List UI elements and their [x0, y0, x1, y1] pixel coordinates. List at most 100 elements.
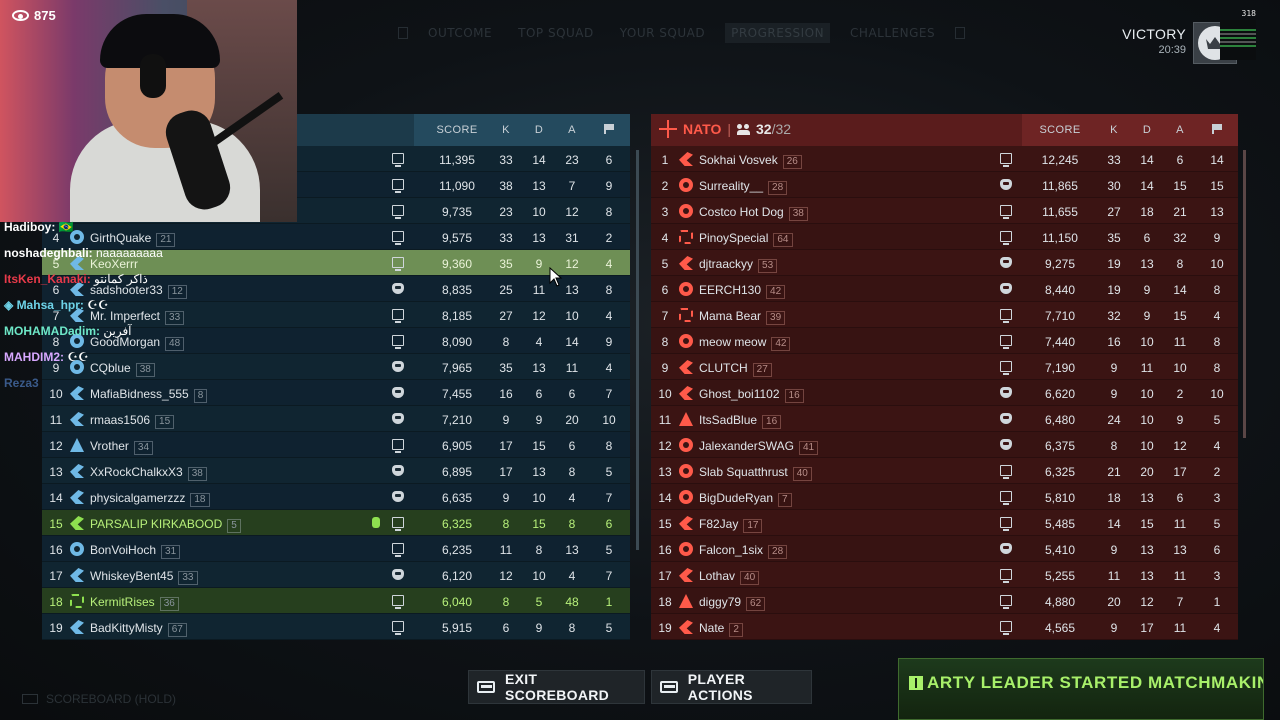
player-name[interactable]: MafiaBidness_555 8 [90, 387, 208, 403]
pc-platform-icon [1000, 153, 1012, 167]
player-row[interactable]: 15 F82Jay 17 5,485 14 15 11 5 [651, 510, 1238, 536]
player-row[interactable]: 12 JalexanderSWAG 41 6,375 8 10 12 4 [651, 432, 1238, 458]
player-row[interactable]: 8 meow meow 42 7,440 16 10 11 8 [651, 328, 1238, 354]
player-row[interactable]: 10 MafiaBidness_555 8 7,455 16 6 6 7 [42, 380, 630, 406]
player-name[interactable]: Falcon_1six 28 [699, 543, 788, 559]
player-row[interactable]: 19 BadKittyMisty 67 5,915 6 9 8 5 [42, 614, 630, 640]
player-actions-button[interactable]: PLAYER ACTIONS [651, 670, 812, 704]
player-row[interactable]: 4 PinoySpecial 64 11,150 35 6 32 9 [651, 224, 1238, 250]
player-row[interactable]: 7 Mama Bear 39 7,710 32 9 15 4 [651, 302, 1238, 328]
col-objective[interactable] [1203, 124, 1231, 137]
player-name[interactable]: PinoySpecial 64 [699, 231, 793, 247]
exit-scoreboard-button[interactable]: EXIT SCOREBOARD [468, 670, 645, 704]
col-deaths[interactable]: D [1133, 124, 1161, 136]
player-row[interactable]: 16 BonVoiHoch 31 6,235 11 8 13 5 [42, 536, 630, 562]
player-name[interactable]: F82Jay 17 [699, 517, 763, 533]
player-score: 11,090 [439, 179, 475, 193]
player-name[interactable]: BadKittyMisty 67 [90, 621, 187, 637]
tab-top-squad[interactable]: TOP SQUAD [512, 23, 600, 43]
player-rank: 6 [661, 283, 669, 297]
chat-username[interactable]: Reza3 [4, 376, 39, 390]
player-deaths: 6 [535, 387, 543, 401]
player-row[interactable]: 13 Slab Squatthrust 40 6,325 21 20 17 2 [651, 458, 1238, 484]
col-deaths[interactable]: D [525, 124, 553, 136]
chat-username[interactable]: MOHAMADadim: [4, 324, 100, 338]
chat-username[interactable]: ◈ Mahsa_hpr: [4, 298, 84, 312]
player-name[interactable]: Surreality__ 28 [699, 179, 788, 195]
player-name[interactable]: Ghost_boi1102 16 [699, 387, 804, 403]
player-objective: 4 [1213, 439, 1221, 453]
tab-outcome[interactable]: OUTCOME [422, 23, 498, 43]
player-row[interactable]: 2 Surreality__ 28 11,865 30 14 15 15 [651, 172, 1238, 198]
player-name[interactable]: XxRockChalkxX3 38 [90, 465, 207, 481]
col-objective[interactable] [595, 124, 623, 137]
player-name[interactable]: Nate 2 [699, 621, 743, 637]
player-row[interactable]: 14 BigDudeRyan 7 5,810 18 13 6 3 [651, 484, 1238, 510]
player-name[interactable]: Mama Bear 39 [699, 309, 786, 325]
player-name[interactable]: Lothav 40 [699, 569, 760, 585]
player-row[interactable]: 13 XxRockChalkxX3 38 6,895 17 13 8 5 [42, 458, 630, 484]
player-assists: 17 [1173, 465, 1187, 479]
player-name[interactable]: Costco Hot Dog 38 [699, 205, 808, 221]
player-name[interactable]: CLUTCH 27 [699, 361, 772, 377]
tab-challenges[interactable]: CHALLENGES [844, 23, 941, 43]
chat-username[interactable]: MAHDIM2: [4, 350, 64, 364]
player-name[interactable]: Vrother 34 [90, 439, 154, 455]
tab-progression[interactable]: PROGRESSION [725, 23, 831, 43]
player-name[interactable]: Sokhai Vosvek 26 [699, 153, 802, 169]
player-row[interactable]: 10 Ghost_boi1102 16 6,620 9 10 2 10 [651, 380, 1238, 406]
player-name[interactable]: GirthQuake 21 [90, 231, 176, 247]
player-row[interactable]: 11 ItsSadBlue 16 6,480 24 10 9 5 [651, 406, 1238, 432]
player-row[interactable]: 19 Nate 2 4,565 9 17 11 4 [651, 614, 1238, 640]
player-row[interactable]: 3 Costco Hot Dog 38 11,655 27 18 21 13 [651, 198, 1238, 224]
tab-your-squad[interactable]: YOUR SQUAD [614, 23, 711, 43]
player-row[interactable]: 9 CLUTCH 27 7,190 9 11 10 8 [651, 354, 1238, 380]
player-row[interactable]: 17 Lothav 40 5,255 11 13 11 3 [651, 562, 1238, 588]
col-score[interactable]: SCORE [1025, 124, 1095, 136]
player-row[interactable]: 17 WhiskeyBent45 33 6,120 12 10 4 7 [42, 562, 630, 588]
player-row[interactable]: 11 rmaas1506 15 7,210 9 9 20 10 [42, 406, 630, 432]
player-name[interactable]: EERCH130 42 [699, 283, 786, 299]
col-kills[interactable]: K [1100, 124, 1128, 136]
player-row[interactable]: 18 diggy79 62 4,880 20 12 7 1 [651, 588, 1238, 614]
player-score: 4,880 [1044, 595, 1076, 609]
player-name[interactable]: KermitRises 36 [90, 595, 179, 611]
player-row[interactable]: 1 Sokhai Vosvek 26 12,245 33 14 6 14 [651, 146, 1238, 172]
player-name[interactable]: diggy79 62 [699, 595, 766, 611]
chat-username[interactable]: Hadiboy: [4, 220, 55, 234]
col-score[interactable]: SCORE [422, 124, 492, 136]
chat-username[interactable]: noshadeghbali: [4, 246, 93, 260]
player-row[interactable]: 16 Falcon_1six 28 5,410 9 13 13 6 [651, 536, 1238, 562]
player-name[interactable]: physicalgamerzzz 18 [90, 491, 210, 507]
left-scrollbar[interactable] [636, 150, 639, 550]
player-row[interactable]: 9 CQblue 38 7,965 35 13 11 4 [42, 354, 630, 380]
player-name[interactable]: meow meow 42 [699, 335, 791, 351]
col-assists[interactable]: A [1166, 124, 1194, 136]
pc-platform-icon [392, 543, 404, 557]
player-row[interactable]: 5 djtraackyy 53 9,275 19 13 8 10 [651, 250, 1238, 276]
player-name[interactable]: BonVoiHoch 31 [90, 543, 181, 559]
player-row[interactable]: 15 PARSALIP KIRKABOOD 5 6,325 8 15 8 6 [42, 510, 630, 536]
chat-username[interactable]: ItsKen_Kanaki: [4, 272, 91, 286]
player-name[interactable]: Slab Squatthrust 40 [699, 465, 812, 481]
chat-message: Reza3 [4, 376, 39, 402]
player-name[interactable]: djtraackyy 53 [699, 257, 778, 273]
controller-platform-icon [1000, 283, 1012, 294]
player-score: 8,440 [1044, 283, 1076, 297]
player-row[interactable]: 12 Vrother 34 6,905 17 15 6 8 [42, 432, 630, 458]
player-name[interactable]: ItsSadBlue 16 [699, 413, 782, 429]
player-name[interactable]: JalexanderSWAG 41 [699, 439, 819, 455]
player-name[interactable]: PARSALIP KIRKABOOD 5 [90, 517, 241, 533]
player-name[interactable]: CQblue 38 [90, 361, 155, 377]
col-kills[interactable]: K [492, 124, 520, 136]
player-row[interactable]: 18 KermitRises 36 6,040 8 5 48 1 [42, 588, 630, 614]
player-name[interactable]: rmaas1506 15 [90, 413, 175, 429]
team-nato-scoreboard: NATO | 32/32 SCORE K D A 1 Sokhai Vosvek 2… [651, 114, 1238, 640]
player-row[interactable]: 14 physicalgamerzzz 18 6,635 9 10 4 7 [42, 484, 630, 510]
right-scrollbar[interactable] [1243, 150, 1246, 438]
player-row[interactable]: 6 EERCH130 42 8,440 19 9 14 8 [651, 276, 1238, 302]
player-name[interactable]: BigDudeRyan 7 [699, 491, 792, 507]
player-kills: 9 [1110, 361, 1118, 375]
col-assists[interactable]: A [558, 124, 586, 136]
player-name[interactable]: WhiskeyBent45 33 [90, 569, 198, 585]
